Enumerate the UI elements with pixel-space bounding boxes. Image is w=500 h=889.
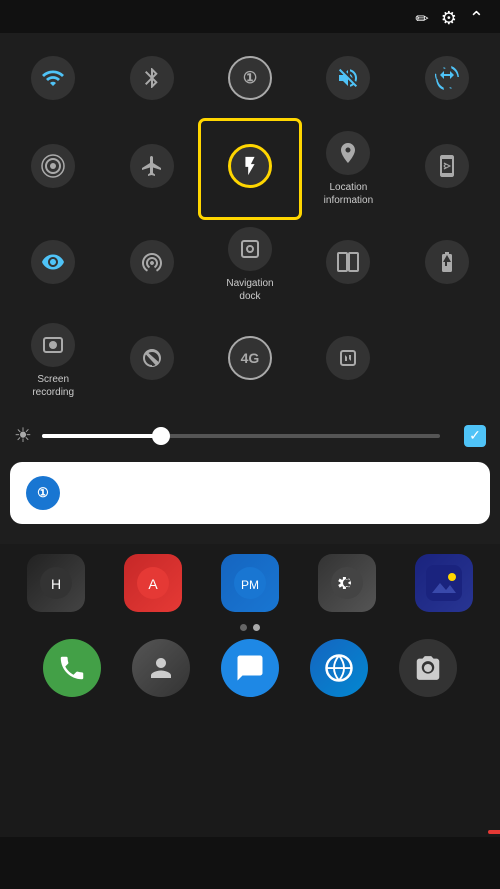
app-gallery[interactable] <box>404 554 484 616</box>
dock-messages[interactable] <box>221 639 279 697</box>
bottom-nav <box>0 837 500 889</box>
nav-home-button[interactable] <box>230 855 270 871</box>
qs-mobiledata[interactable]: ① <box>201 41 299 121</box>
chevron-up-icon[interactable]: ⌃ <box>469 8 484 29</box>
brightness-icon: ☀ <box>14 423 32 448</box>
svg-text:H: H <box>51 576 61 592</box>
qs-airplanemode[interactable] <box>102 121 200 217</box>
qs-screenrecording[interactable]: Screenrecording <box>4 313 102 409</box>
nav-back-button[interactable] <box>63 855 103 871</box>
watermark <box>488 830 500 834</box>
hotspot-icon <box>130 240 174 284</box>
dock-camera[interactable] <box>399 639 457 697</box>
qs-location-label: Locationinformation <box>324 181 373 207</box>
qs-4g[interactable]: 4G <box>201 313 299 409</box>
settings-app-icon <box>318 554 376 612</box>
dock-browser[interactable] <box>310 639 368 697</box>
qs-silent[interactable] <box>299 41 397 121</box>
location-icon <box>326 131 370 175</box>
eyecomfort-icon <box>31 240 75 284</box>
brightness-row: ☀ ✓ <box>0 417 500 458</box>
qs-ultrabattery[interactable] <box>398 217 496 313</box>
brightness-auto-checkbox[interactable]: ✓ <box>464 425 486 447</box>
autorotate-icon <box>425 56 469 100</box>
nav-recents-button[interactable] <box>397 855 437 871</box>
screenshot-icon <box>425 144 469 188</box>
ultrabattery-icon <box>425 240 469 284</box>
data-plan-banner[interactable]: ① <box>10 462 490 524</box>
silent-icon <box>326 56 370 100</box>
donotdisturb-icon <box>130 336 174 380</box>
qs-screenshot[interactable] <box>398 121 496 217</box>
settings-icon[interactable]: ⚙ <box>441 8 457 29</box>
multiscreen-icon <box>326 240 370 284</box>
dock-row <box>8 639 492 697</box>
phone-manager-icon: PM <box>221 554 279 612</box>
torch-icon <box>228 144 272 188</box>
nfc-icon <box>326 336 370 380</box>
app-grid: H A PM <box>0 544 500 697</box>
huawei-apps-icon: H <box>27 554 85 612</box>
dock-phone[interactable] <box>43 639 101 697</box>
bluetooth-icon <box>130 56 174 100</box>
app-huawei-apps[interactable]: H <box>16 554 96 616</box>
page-dot-1 <box>240 624 247 631</box>
wifi-icon <box>31 56 75 100</box>
airplanemode-icon <box>130 144 174 188</box>
quick-settings-grid: ① <box>0 33 500 417</box>
qs-wifi[interactable] <box>4 41 102 121</box>
app-row-1: H A PM <box>8 554 492 616</box>
page-dot-2 <box>253 624 260 631</box>
mobiledata-icon: ① <box>228 56 272 100</box>
qs-hotspot[interactable] <box>102 217 200 313</box>
dock-contacts[interactable] <box>132 639 190 697</box>
qs-donotdisturb[interactable] <box>102 313 200 409</box>
page-dots <box>8 624 492 631</box>
qs-autorotate[interactable] <box>398 41 496 121</box>
data-plan-icon: ① <box>26 476 60 510</box>
svg-text:PM: PM <box>241 578 259 592</box>
brightness-thumb <box>152 427 170 445</box>
4g-icon: 4G <box>228 336 272 380</box>
qs-bluetooth[interactable] <box>102 41 200 121</box>
appgallery-icon: A <box>124 554 182 612</box>
qs-location[interactable]: Locationinformation <box>299 121 397 217</box>
app-phone-manager[interactable]: PM <box>210 554 290 616</box>
status-icons: ✏ ⚙ ⌃ <box>415 8 484 29</box>
gallery-icon <box>415 554 473 612</box>
qs-huaweishare[interactable] <box>4 121 102 217</box>
quick-settings-panel: ① <box>0 33 500 544</box>
app-settings[interactable] <box>307 554 387 616</box>
app-appgallery[interactable]: A <box>113 554 193 616</box>
brightness-fill <box>42 434 161 438</box>
qs-navdock[interactable]: Navigationdock <box>201 217 299 313</box>
svg-text:A: A <box>149 576 159 592</box>
navdock-icon <box>228 227 272 271</box>
qs-eyecomfort[interactable] <box>4 217 102 313</box>
huaweishare-icon <box>31 144 75 188</box>
status-bar: ✏ ⚙ ⌃ <box>0 0 500 33</box>
qs-multiscreen[interactable] <box>299 217 397 313</box>
qs-torch[interactable] <box>201 121 299 217</box>
edit-icon[interactable]: ✏ <box>415 9 428 29</box>
qs-screenrecording-label: Screenrecording <box>32 373 74 399</box>
brightness-slider[interactable] <box>42 434 440 438</box>
screenrecording-icon <box>31 323 75 367</box>
qs-navdock-label: Navigationdock <box>226 277 273 303</box>
qs-nfc[interactable] <box>299 313 397 409</box>
